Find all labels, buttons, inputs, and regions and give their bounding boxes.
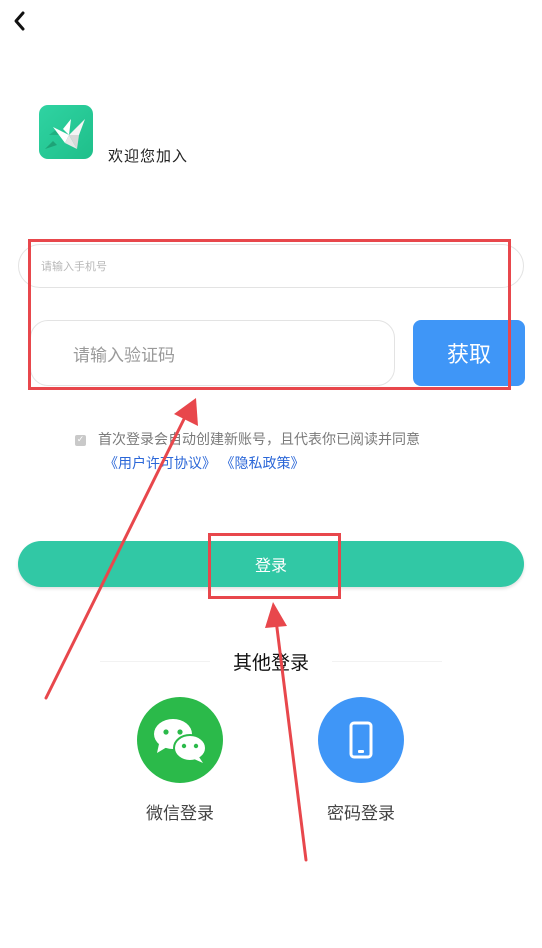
wechat-login-option[interactable]: 微信登录 xyxy=(120,697,240,824)
password-login-label: 密码登录 xyxy=(327,804,395,824)
wechat-login-button[interactable] xyxy=(137,697,223,783)
get-code-button[interactable]: 获取 xyxy=(413,320,525,386)
verification-code-input[interactable]: 请输入验证码 xyxy=(30,320,395,386)
agreement-checkbox[interactable]: ✓ xyxy=(75,434,86,446)
annotation-arrowhead-login xyxy=(265,602,287,628)
wechat-icon xyxy=(154,719,207,763)
agreement-text: 首次登录会自动创建新账号，且代表你已阅读并同意 xyxy=(98,432,420,448)
back-button[interactable] xyxy=(8,8,30,34)
bird-icon xyxy=(45,119,85,149)
password-login-button[interactable] xyxy=(318,697,404,783)
phone-input[interactable]: 请输入手机号 xyxy=(18,244,524,288)
password-login-option[interactable]: 密码登录 xyxy=(301,697,421,824)
privacy-policy-link[interactable]: 《隐私政策》 xyxy=(220,456,304,472)
agreement: ✓ 首次登录会自动创建新账号，且代表你已阅读并同意 《用户许可协议》 《隐私政策… xyxy=(75,428,495,476)
welcome-text: 欢迎您加入 xyxy=(108,147,189,165)
login-button[interactable]: 登录 xyxy=(18,541,524,587)
verification-code-placeholder: 请输入验证码 xyxy=(73,345,175,366)
wechat-login-label: 微信登录 xyxy=(146,804,214,824)
app-logo xyxy=(39,105,93,159)
user-agreement-link[interactable]: 《用户许可协议》 xyxy=(104,456,216,472)
chevron-left-icon xyxy=(14,11,25,31)
phone-icon xyxy=(349,721,373,759)
annotation-arrowhead-inputs xyxy=(174,398,198,426)
phone-input-placeholder: 请输入手机号 xyxy=(41,260,107,273)
other-login-title: 其他登录 xyxy=(232,652,309,674)
